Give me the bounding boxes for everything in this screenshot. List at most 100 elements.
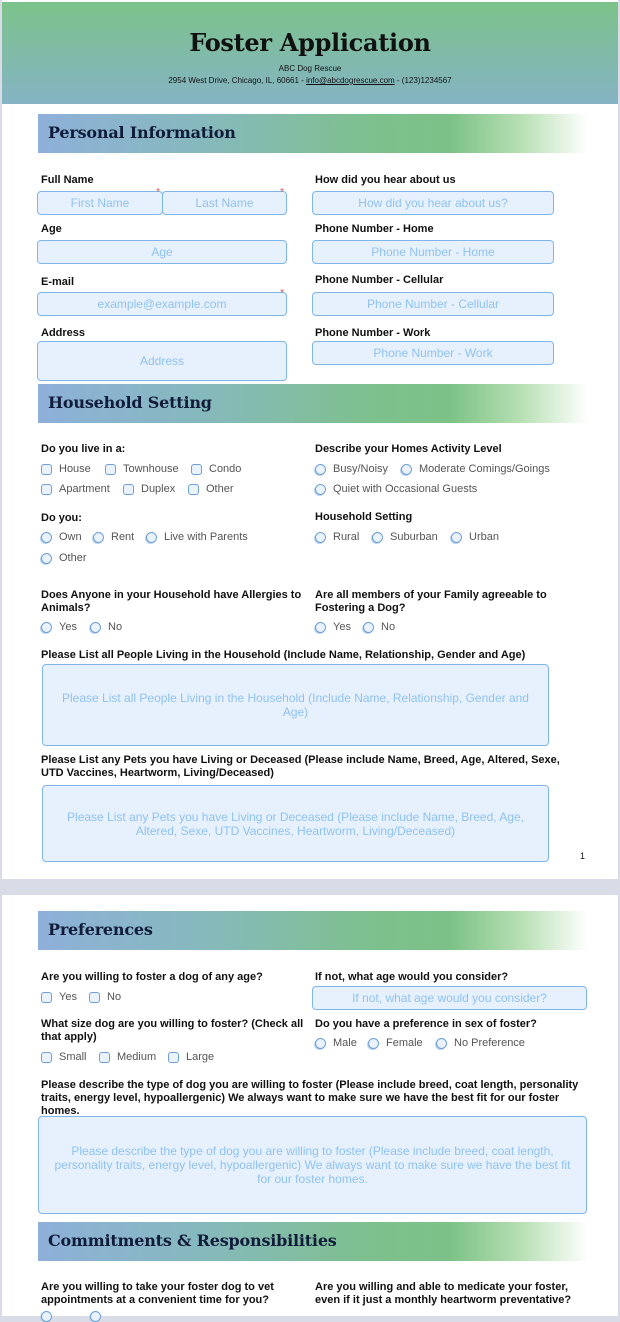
sex-male[interactable]: Male bbox=[315, 1037, 357, 1049]
activity-busy-noisy[interactable]: Busy/Noisy bbox=[315, 463, 388, 475]
address-input[interactable]: Address bbox=[37, 341, 287, 381]
radio-button[interactable] bbox=[436, 1037, 447, 1049]
section-title: Commitments & Responsibilities bbox=[48, 1231, 337, 1250]
do-you-live-with-parents[interactable]: Live with Parents bbox=[146, 531, 248, 543]
radio-button[interactable] bbox=[41, 531, 52, 543]
live-in-house[interactable]: House bbox=[41, 463, 91, 475]
setting-urban[interactable]: Urban bbox=[451, 531, 499, 543]
live-in-duplex[interactable]: Duplex bbox=[123, 483, 175, 495]
radio-button[interactable] bbox=[90, 1311, 101, 1322]
form-page-2: Preferences Are you willing to foster a … bbox=[2, 895, 618, 1322]
activity-moderate[interactable]: Moderate Comings/Goings bbox=[401, 463, 550, 475]
do-you-other[interactable]: Other bbox=[41, 552, 87, 564]
radio-button[interactable] bbox=[372, 531, 383, 543]
checkbox[interactable] bbox=[188, 483, 199, 495]
option-label: Live with Parents bbox=[164, 531, 248, 543]
setting-rural[interactable]: Rural bbox=[315, 531, 359, 543]
phone-work-placeholder: Phone Number - Work bbox=[373, 346, 493, 360]
radio-button[interactable] bbox=[41, 552, 52, 564]
live-in-condo[interactable]: Condo bbox=[191, 463, 241, 475]
size-medium[interactable]: Medium bbox=[99, 1051, 156, 1063]
checkbox[interactable] bbox=[99, 1051, 110, 1063]
radio-button[interactable] bbox=[90, 621, 101, 633]
radio-button[interactable] bbox=[363, 621, 374, 633]
live-in-apartment[interactable]: Apartment bbox=[41, 483, 110, 495]
address-label: Address bbox=[41, 327, 86, 339]
do-you-own[interactable]: Own bbox=[41, 531, 82, 543]
radio-button[interactable] bbox=[315, 1037, 326, 1049]
size-large[interactable]: Large bbox=[168, 1051, 214, 1063]
allergies-yes[interactable]: Yes bbox=[41, 621, 77, 633]
option-label: Other bbox=[206, 483, 234, 495]
checkbox[interactable] bbox=[41, 483, 52, 495]
checkbox[interactable] bbox=[41, 991, 52, 1003]
setting-suburban[interactable]: Suburban bbox=[372, 531, 438, 543]
section-personal-information: Personal Information bbox=[38, 114, 588, 153]
first-name-placeholder: First Name bbox=[70, 196, 130, 210]
first-name-input[interactable]: First Name * bbox=[37, 187, 163, 215]
phone-home-input[interactable]: Phone Number - Home bbox=[312, 240, 554, 264]
agreeable-yes[interactable]: Yes bbox=[315, 621, 351, 633]
hear-about-input[interactable]: How did you hear about us? bbox=[312, 191, 554, 215]
option-label: Apartment bbox=[59, 483, 110, 495]
radio-button[interactable] bbox=[41, 621, 52, 633]
checkbox[interactable] bbox=[191, 463, 202, 475]
radio-button[interactable] bbox=[146, 531, 157, 543]
option-label: Female bbox=[386, 1037, 423, 1049]
radio-button[interactable] bbox=[41, 1311, 52, 1322]
phone-text: - (123)1234567 bbox=[394, 76, 452, 85]
age-input[interactable]: Age bbox=[37, 240, 287, 264]
size-small[interactable]: Small bbox=[41, 1051, 87, 1063]
radio-button[interactable] bbox=[315, 531, 326, 543]
what-age-input[interactable]: If not, what age would you consider? bbox=[312, 986, 587, 1010]
phone-cell-label: Phone Number - Cellular bbox=[315, 274, 444, 286]
radio-button[interactable] bbox=[315, 463, 326, 475]
email-link[interactable]: info@abcdogrescue.com bbox=[306, 76, 395, 85]
option-label: No bbox=[107, 991, 122, 1003]
agreeable-no[interactable]: No bbox=[363, 621, 395, 633]
radio-button[interactable] bbox=[451, 531, 462, 543]
people-textarea[interactable]: Please List all People Living in the Hou… bbox=[42, 664, 549, 746]
pets-textarea[interactable]: Please List any Pets you have Living or … bbox=[42, 785, 549, 862]
what-age-label: If not, what age would you consider? bbox=[315, 971, 509, 983]
checkbox[interactable] bbox=[123, 483, 134, 495]
radio-button[interactable] bbox=[315, 483, 326, 495]
describe-dog-placeholder: Please describe the type of dog you are … bbox=[54, 1144, 571, 1186]
required-marker: * bbox=[156, 187, 160, 198]
section-preferences: Preferences bbox=[38, 911, 588, 950]
any-age-no[interactable]: No bbox=[89, 991, 121, 1003]
last-name-input[interactable]: Last Name * bbox=[162, 187, 287, 215]
live-in-townhouse[interactable]: Townhouse bbox=[105, 463, 179, 475]
live-in-other[interactable]: Other bbox=[188, 483, 234, 495]
phone-work-input[interactable]: Phone Number - Work bbox=[312, 341, 554, 365]
phone-cell-input[interactable]: Phone Number - Cellular bbox=[312, 292, 554, 316]
radio-button[interactable] bbox=[315, 621, 326, 633]
any-age-yes[interactable]: Yes bbox=[41, 991, 77, 1003]
sex-no-preference[interactable]: No Preference bbox=[436, 1037, 525, 1049]
option-label: Townhouse bbox=[123, 463, 179, 475]
required-marker: * bbox=[280, 187, 284, 198]
checkbox[interactable] bbox=[41, 463, 52, 475]
describe-dog-textarea[interactable]: Please describe the type of dog you are … bbox=[38, 1116, 587, 1214]
vet-appointments-label: Are you willing to take your foster dog … bbox=[41, 1281, 274, 1306]
radio-button[interactable] bbox=[401, 463, 412, 475]
activity-quiet[interactable]: Quiet with Occasional Guests bbox=[315, 483, 477, 495]
medicate-label: Are you willing and able to medicate you… bbox=[315, 1281, 572, 1306]
email-input[interactable]: example@example.com * bbox=[37, 289, 287, 316]
vet-option-yes[interactable] bbox=[41, 1311, 59, 1322]
section-title: Personal Information bbox=[48, 123, 236, 142]
checkbox[interactable] bbox=[105, 463, 116, 475]
organization-name: ABC Dog Rescue bbox=[278, 64, 342, 73]
checkbox[interactable] bbox=[41, 1051, 52, 1063]
radio-button[interactable] bbox=[93, 531, 104, 543]
sex-female[interactable]: Female bbox=[368, 1037, 423, 1049]
option-label: Yes bbox=[59, 621, 77, 633]
checkbox[interactable] bbox=[168, 1051, 179, 1063]
allergies-no[interactable]: No bbox=[90, 621, 122, 633]
do-you-rent[interactable]: Rent bbox=[93, 531, 134, 543]
people-label: Please List all People Living in the Hou… bbox=[41, 649, 526, 661]
address-placeholder: Address bbox=[139, 354, 185, 368]
radio-button[interactable] bbox=[368, 1037, 379, 1049]
checkbox[interactable] bbox=[89, 991, 100, 1003]
vet-option-no[interactable] bbox=[90, 1311, 108, 1322]
